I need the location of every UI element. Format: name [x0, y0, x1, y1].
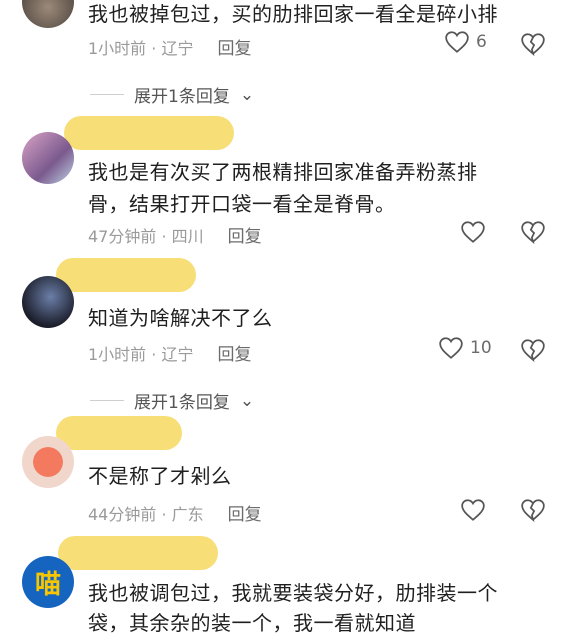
reply-button[interactable]: 回复 — [217, 345, 251, 365]
avatar[interactable] — [22, 436, 74, 488]
reply-button[interactable]: 回复 — [228, 227, 262, 247]
avatar[interactable]: 喵 — [22, 556, 74, 608]
heart-icon — [461, 221, 485, 243]
comment-time: 44分钟前 · 广东 — [88, 505, 204, 524]
broken-heart-icon — [521, 33, 545, 57]
like-button[interactable]: 6 — [444, 30, 487, 54]
reply-button[interactable]: 回复 — [217, 39, 251, 59]
comment-meta: 47分钟前 · 四川 回复 — [88, 222, 262, 247]
expand-replies-button[interactable]: 展开1条回复 ⌄ — [90, 388, 254, 413]
comment-text: 我也是有次买了两根精排回家准备弄粉蒸排 — [88, 160, 478, 184]
like-button[interactable] — [460, 220, 486, 244]
comment-meta: 1小时前 · 辽宁 回复 — [88, 340, 251, 365]
like-count: 10 — [470, 338, 492, 358]
comment-time: 47分钟前 · 四川 — [88, 227, 204, 246]
broken-heart-icon — [521, 339, 545, 363]
expand-replies-button[interactable]: 展开1条回复 ⌄ — [90, 82, 254, 107]
comment-time: 1小时前 · 辽宁 — [88, 39, 194, 58]
divider-line — [90, 400, 124, 401]
username-redaction — [56, 258, 196, 292]
comment-text: 我也被掉包过，买的肋排回家一看全是碎小排 — [88, 2, 498, 26]
comment-text: 我也被调包过，我就要装袋分好，肋排装一个 — [88, 581, 498, 605]
chevron-down-icon: ⌄ — [239, 390, 255, 411]
heart-icon — [461, 499, 485, 521]
like-count: 6 — [476, 32, 487, 52]
like-button[interactable]: 10 — [438, 336, 492, 360]
reply-button[interactable]: 回复 — [228, 505, 262, 525]
comment-text: 袋，其余杂的装一个，我一看就知道 — [88, 611, 416, 635]
comment-time: 1小时前 · 辽宁 — [88, 345, 194, 364]
avatar[interactable] — [22, 132, 74, 184]
dislike-button[interactable] — [520, 220, 546, 248]
comment-meta: 44分钟前 · 广东 回复 — [88, 500, 262, 525]
username-redaction — [64, 116, 234, 150]
expand-label: 展开1条回复 — [134, 87, 230, 107]
dislike-button[interactable] — [520, 338, 546, 366]
like-button[interactable] — [460, 498, 486, 522]
comment-text: 知道为啥解决不了么 — [88, 306, 273, 330]
broken-heart-icon — [521, 499, 545, 523]
username-redaction — [58, 536, 218, 570]
dislike-button[interactable] — [520, 498, 546, 526]
broken-heart-icon — [521, 221, 545, 245]
heart-icon — [445, 31, 469, 53]
heart-icon — [439, 337, 463, 359]
avatar[interactable] — [22, 276, 74, 328]
comment-meta: 1小时前 · 辽宁 回复 — [88, 34, 251, 59]
avatar[interactable] — [22, 0, 74, 28]
expand-label: 展开1条回复 — [134, 393, 230, 413]
comment-text: 骨，结果打开口袋一看全是脊骨。 — [88, 192, 396, 216]
username-redaction — [56, 416, 182, 450]
divider-line — [90, 94, 124, 95]
chevron-down-icon: ⌄ — [239, 84, 255, 105]
comment-text: 不是称了才剁么 — [88, 464, 232, 488]
dislike-button[interactable] — [520, 32, 546, 60]
avatar-text: 喵 — [34, 569, 61, 600]
